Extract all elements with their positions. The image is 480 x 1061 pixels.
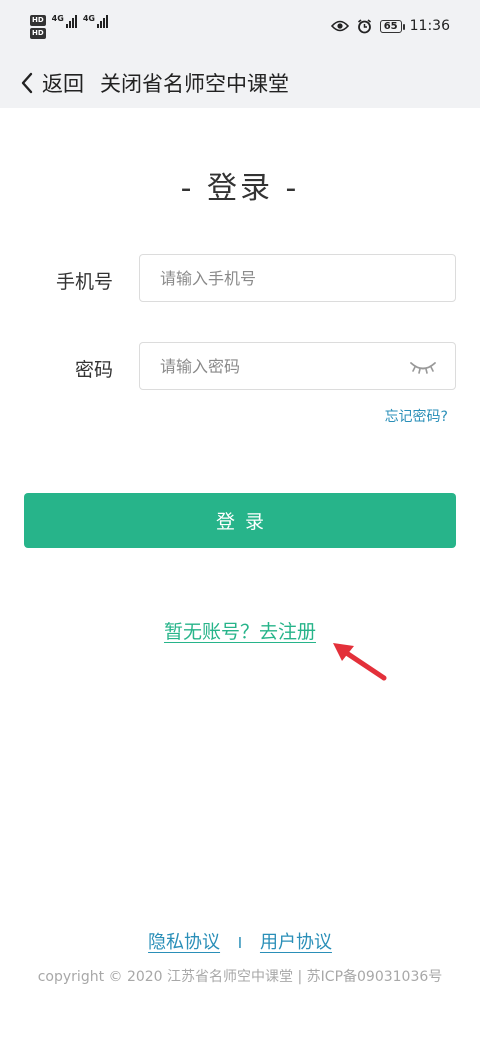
app-header: 返回 关闭省名师空中课堂 xyxy=(0,58,480,108)
hd-badge-2: HD xyxy=(30,28,46,39)
footer-separator: I xyxy=(237,934,243,952)
password-input[interactable] xyxy=(140,343,455,389)
close-page-button[interactable]: 关闭省名师空中课堂 xyxy=(100,68,289,98)
page-title: - 登录 - xyxy=(180,171,300,206)
red-arrow-icon xyxy=(333,643,387,681)
status-right: 65 11:36 xyxy=(330,18,450,34)
battery-icon: 65 xyxy=(379,19,405,33)
privacy-policy-link[interactable]: 隐私协议 xyxy=(148,932,220,953)
copyright-text: copyright © 2020 江苏省名师空中课堂 | 苏ICP备090310… xyxy=(37,969,443,985)
network-label-2: 4G xyxy=(82,14,95,23)
alarm-icon xyxy=(357,18,371,33)
signal-icon-2: 4G xyxy=(83,15,108,28)
network-label-1: 4G xyxy=(51,14,64,23)
back-label: 返回 xyxy=(42,72,84,96)
register-link-row: 暂无账号？去注册 xyxy=(0,617,480,644)
login-button[interactable]: 登录 xyxy=(24,493,456,548)
back-button[interactable]: 返回 xyxy=(20,68,84,98)
phone-input[interactable] xyxy=(140,255,455,301)
phone-input-box xyxy=(139,254,456,302)
status-bar: HD HD 4G 4G 65 11:36 xyxy=(0,0,480,58)
password-label: 密码 xyxy=(74,359,113,381)
eye-closed-icon[interactable] xyxy=(409,358,437,376)
forgot-password-link[interactable]: 忘记密码? xyxy=(385,406,448,426)
user-agreement-link[interactable]: 用户协议 xyxy=(260,932,332,953)
footer-links: 隐私协议 I 用户协议 xyxy=(0,928,480,954)
signal-icon-1: 4G xyxy=(52,15,77,28)
password-input-box xyxy=(139,342,456,390)
chevron-left-icon xyxy=(21,72,33,94)
clock: 11:36 xyxy=(409,18,450,34)
hd-badges: HD HD xyxy=(30,15,46,39)
status-left: HD HD 4G 4G xyxy=(30,15,108,39)
eye-icon xyxy=(330,20,349,32)
phone-label: 手机号 xyxy=(55,271,113,293)
register-link[interactable]: 暂无账号？去注册 xyxy=(164,621,316,643)
hd-badge-1: HD xyxy=(30,15,46,26)
